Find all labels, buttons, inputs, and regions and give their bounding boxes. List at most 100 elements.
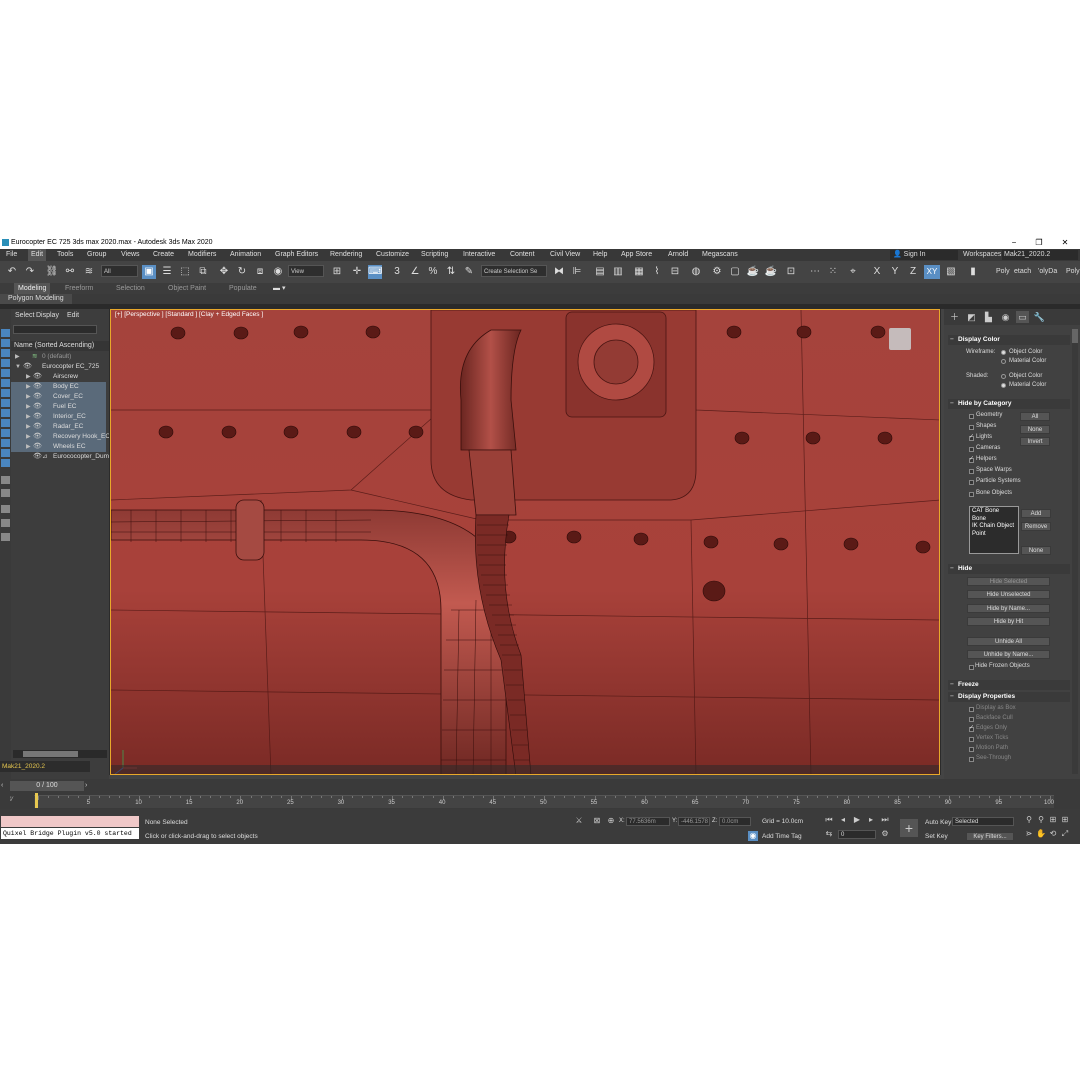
- menu-group[interactable]: Group: [87, 249, 106, 261]
- unlink-icon[interactable]: ⚯: [63, 265, 77, 279]
- poly-tab-1[interactable]: Poly: [996, 265, 1010, 279]
- menu-views[interactable]: Views: [121, 249, 140, 261]
- poly-tab-3[interactable]: 'olyDa: [1038, 265, 1057, 279]
- menu-arnold[interactable]: Arnold: [668, 249, 688, 261]
- wireframe-material-color-radio[interactable]: [1001, 359, 1006, 364]
- explorer-tool-icon[interactable]: [1, 533, 10, 541]
- add-time-tag-label[interactable]: Add Time Tag: [762, 833, 802, 840]
- viewport-label-menu[interactable]: [+] [Perspective ] [Standard ] [Clay + E…: [115, 311, 263, 318]
- render-iterative-icon[interactable]: ☕: [764, 265, 778, 279]
- link-icon[interactable]: ⛓: [45, 265, 59, 279]
- expand-arrow-icon[interactable]: ▶: [26, 412, 32, 422]
- shapes-checkbox[interactable]: [969, 425, 974, 430]
- explorer-tool-icon[interactable]: [1, 409, 10, 417]
- ribbon-tab-object-paint[interactable]: Object Paint: [168, 283, 206, 294]
- selection-filter-dropdown[interactable]: All: [101, 265, 138, 277]
- viewport-perspective[interactable]: [+] [Perspective ] [Standard ] [Clay + E…: [109, 309, 941, 775]
- category-list-item[interactable]: Point: [972, 531, 986, 537]
- mirror-icon[interactable]: ⧓: [552, 265, 566, 279]
- expand-arrow-icon[interactable]: ▶: [26, 442, 32, 452]
- expand-arrow-icon[interactable]: ▶: [26, 382, 32, 392]
- hierarchy-tab-icon[interactable]: ▙: [982, 311, 995, 323]
- axis-xy-button[interactable]: XY: [924, 265, 940, 279]
- wireframe-object-color-radio[interactable]: [1001, 350, 1006, 355]
- explorer-tool-icon[interactable]: [1, 359, 10, 367]
- spinner-snap-icon[interactable]: ⇅: [444, 265, 458, 279]
- bone-objects-checkbox[interactable]: [969, 492, 974, 497]
- render-production-icon[interactable]: ☕: [746, 265, 760, 279]
- ribbon-tab-populate[interactable]: Populate: [229, 283, 257, 294]
- isolate-icon[interactable]: ▮: [966, 265, 980, 279]
- eye-icon[interactable]: 👁: [33, 432, 42, 442]
- utilities-tab-icon[interactable]: 🔧: [1033, 311, 1046, 323]
- key-mode-icon[interactable]: ⇆: [824, 829, 834, 839]
- axis-x-button[interactable]: X: [870, 265, 884, 279]
- explorer-tool-icon[interactable]: [1, 399, 10, 407]
- edit-named-selection-icon[interactable]: ✎: [462, 265, 476, 279]
- menu-modifiers[interactable]: Modifiers: [188, 249, 216, 261]
- rendered-frame-window-icon[interactable]: ▢: [728, 265, 742, 279]
- eye-icon[interactable]: 👁: [23, 362, 32, 372]
- menu-file[interactable]: File: [6, 249, 17, 261]
- next-frame-icon[interactable]: ▸: [866, 815, 876, 825]
- unhide-by-name-button[interactable]: Unhide by Name...: [967, 650, 1050, 659]
- time-slider-playhead[interactable]: [35, 793, 38, 808]
- eye-icon[interactable]: 👁: [33, 392, 42, 402]
- redo-icon[interactable]: ↷: [23, 265, 37, 279]
- rollout-hide[interactable]: Hide: [948, 564, 1070, 574]
- shaded-material-color-radio[interactable]: [1001, 383, 1006, 388]
- explorer-tool-icon[interactable]: [1, 439, 10, 447]
- ribbon-polygon-modeling[interactable]: Polygon Modeling: [0, 294, 72, 304]
- category-list-item[interactable]: Bone: [972, 516, 986, 522]
- tree-row[interactable]: ▶ ≋ 0 (default): [11, 352, 106, 362]
- expand-arrow-icon[interactable]: ▶: [26, 372, 32, 382]
- auto-key-button[interactable]: Auto Key: [925, 819, 951, 826]
- angle-snap-icon[interactable]: ∠: [408, 265, 422, 279]
- menu-edit[interactable]: Edit: [28, 249, 47, 261]
- particle-systems-checkbox[interactable]: [969, 480, 974, 485]
- menu-help[interactable]: Help: [593, 249, 607, 261]
- filter-icon[interactable]: [1, 519, 10, 527]
- lights-checkbox[interactable]: [969, 433, 974, 441]
- select-by-name-icon[interactable]: ☰: [160, 265, 174, 279]
- expand-arrow-icon[interactable]: ▶: [26, 422, 32, 432]
- pivot-center-icon[interactable]: ⊞: [330, 265, 344, 279]
- explorer-menu-display[interactable]: Display: [36, 309, 59, 323]
- time-tag-icon[interactable]: ◉: [748, 831, 758, 841]
- collapse-arrow-icon[interactable]: ▼: [15, 362, 21, 372]
- eye-icon[interactable]: 👁: [33, 452, 42, 462]
- axis-y-button[interactable]: Y: [888, 265, 902, 279]
- key-filters-button[interactable]: Key Filters...: [966, 832, 1014, 841]
- tree-row[interactable]: ▶ 👁 Body EC: [11, 382, 106, 392]
- time-configuration-icon[interactable]: ⚙: [880, 829, 890, 839]
- expand-arrow-icon[interactable]: ▶: [26, 392, 32, 402]
- see-through-checkbox[interactable]: [969, 757, 974, 762]
- field-of-view-icon[interactable]: ⋗: [1024, 829, 1034, 839]
- menu-scripting[interactable]: Scripting: [421, 249, 448, 261]
- hide-unselected-button[interactable]: Hide Unselected: [967, 590, 1050, 599]
- motion-path-checkbox[interactable]: [969, 747, 974, 752]
- category-list-item[interactable]: IK Chain Object: [972, 523, 1014, 529]
- display-tab-icon[interactable]: ▭: [1016, 311, 1029, 323]
- rollout-freeze[interactable]: Freeze: [948, 680, 1070, 690]
- shaded-object-color-radio[interactable]: [1001, 374, 1006, 379]
- space-warps-checkbox[interactable]: [969, 469, 974, 474]
- ribbon-tab-selection[interactable]: Selection: [116, 283, 145, 294]
- selection-lock-icon[interactable]: ⊠: [592, 816, 602, 826]
- poly-tab-2[interactable]: etach: [1014, 265, 1031, 279]
- named-selection-sets-dropdown[interactable]: Create Selection Se: [481, 265, 547, 277]
- maxscript-listener-output[interactable]: Quixel Bridge Plugin v5.0 started: [1, 828, 139, 839]
- workspaces-dropdown[interactable]: Mak21_2020.2: [1002, 250, 1078, 260]
- window-crossing-icon[interactable]: ⧉: [196, 265, 210, 279]
- toggle-layer-explorer-icon[interactable]: ▥: [611, 265, 625, 279]
- render-in-cloud-icon[interactable]: ⊡: [784, 265, 798, 279]
- explorer-tool-icon[interactable]: [1, 449, 10, 457]
- category-list[interactable]: CAT Bone Bone IK Chain Object Point: [969, 506, 1019, 554]
- prev-frame-icon[interactable]: ◂: [838, 815, 848, 825]
- tree-row[interactable]: ▶ 👁 Wheels EC: [11, 442, 106, 452]
- zoom-extents-icon[interactable]: ⊞: [1048, 815, 1058, 825]
- backface-cull-checkbox[interactable]: [969, 717, 974, 722]
- time-slider-prev-icon[interactable]: ‹: [1, 781, 9, 791]
- hide-by-name-button[interactable]: Hide by Name...: [967, 604, 1050, 613]
- hide-by-hit-button[interactable]: Hide by Hit: [967, 617, 1050, 626]
